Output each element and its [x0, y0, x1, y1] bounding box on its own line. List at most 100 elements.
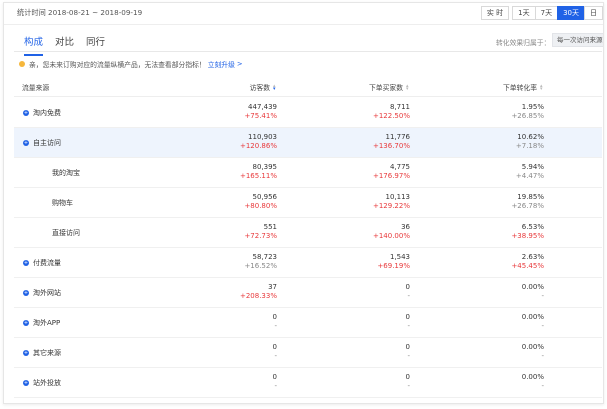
expand-icon[interactable]: + — [23, 140, 29, 146]
conversion-attribution-select[interactable]: 每一次访问来源 — [552, 33, 603, 47]
table-row[interactable]: + 其它来源 0-0-0.00% - — [14, 338, 602, 368]
conversion-change: +7.18% — [515, 142, 544, 150]
table-header: 流量来源 访客数 ▴ ▾ 下单买家数 ▴ ▾ 下单转化率 ▴ ▾ — [14, 76, 602, 97]
visitors-cell: 551 +72.73% — [244, 218, 277, 241]
expand-icon[interactable]: + — [23, 290, 29, 296]
column-conversion[interactable]: 下单转化率 ▴ ▾ — [503, 82, 544, 93]
tab-underline — [14, 51, 602, 52]
buyers-change: +140.00% — [372, 232, 410, 240]
conversion-value: 0.00% — [521, 283, 544, 291]
expand-icon[interactable]: + — [23, 260, 29, 266]
conversion-attribution-label: 转化效果归属于： — [496, 39, 551, 47]
buyers-change: +129.22% — [372, 202, 410, 210]
buyers-value: 4,775 — [389, 163, 410, 171]
visitors-value: 110,903 — [248, 133, 277, 141]
buyers-change: - — [407, 352, 410, 360]
buyers-cell: 0- — [406, 368, 410, 391]
conversion-value: 19.85% — [517, 193, 544, 201]
source-name-label: 直接访问 — [52, 229, 80, 237]
table-row[interactable]: 直接访问 551 +72.73% 36 +140.00% 6.53% +38.95% — [14, 218, 602, 248]
range-button-1d[interactable]: 1天 — [512, 6, 536, 20]
tab-bar: 构成 对比 同行 — [24, 34, 117, 56]
buyers-change: +176.97% — [372, 172, 410, 180]
buyers-cell: 4,775 +176.97% — [373, 158, 410, 181]
source-name-label: 我的淘宝 — [52, 169, 80, 177]
table-row[interactable]: + 淘外网站 37 +208.33% 0-0.00% - — [14, 278, 602, 308]
source-name-label: 其它来源 — [33, 349, 61, 357]
visitors-change: +165.11% — [239, 172, 277, 180]
source-name: + 淘外APP — [23, 318, 60, 328]
buyers-value: 8,711 — [389, 103, 410, 111]
buyers-value: 1,543 — [389, 253, 410, 261]
tab-compare[interactable]: 对比 — [55, 34, 74, 56]
source-name-label: 淘外网站 — [33, 289, 61, 297]
conversion-cell: 0.00% - — [522, 368, 544, 391]
sort-icon[interactable]: ▴ ▾ — [273, 84, 277, 92]
visitors-value: 0 — [272, 343, 277, 351]
visitors-cell: 80,395 +165.11% — [240, 158, 277, 181]
table-row[interactable]: + 淘外APP 0-0-0.00% - — [14, 308, 602, 338]
sort-icon[interactable]: ▴ ▾ — [540, 84, 544, 92]
upgrade-notice: 亲，您未来订购对应的流量纵横产品，无法查看部分指标！ 立刻升级 > — [19, 59, 243, 69]
flow-source-panel: 统计时间 2018-08-21 ~ 2018-09-19 实 时 1天 7天 3… — [3, 2, 604, 404]
expand-icon[interactable]: + — [23, 350, 29, 356]
visitors-cell: 0- — [273, 338, 277, 361]
warning-icon — [19, 61, 25, 67]
column-buyers[interactable]: 下单买家数 ▴ ▾ — [369, 82, 410, 93]
conversion-value: 0.00% — [521, 313, 544, 321]
column-visitors[interactable]: 访客数 ▴ ▾ — [250, 82, 277, 93]
visitors-cell: 50,956 +80.80% — [244, 188, 277, 211]
visitors-cell: 58,723 +16.52% — [244, 248, 277, 271]
visitors-cell: 0- — [273, 368, 277, 391]
chevron-right-icon: > — [236, 60, 243, 68]
visitors-change: +208.33% — [239, 292, 277, 300]
visitors-change: +75.41% — [244, 112, 277, 120]
table-row[interactable]: 我的淘宝 80,395 +165.11% 4,775 +176.97% 5.94% +4.4… — [14, 158, 602, 188]
top-bar: 统计时间 2018-08-21 ~ 2018-09-19 实 时 1天 7天 3… — [4, 3, 603, 23]
buyers-change: - — [407, 382, 410, 390]
visitors-cell: 110,903 +120.86% — [240, 128, 277, 151]
conversion-cell: 1.95% +26.85% — [511, 98, 544, 121]
range-button-day[interactable]: 日 — [584, 6, 603, 20]
conversion-value: 6.53% — [521, 223, 544, 231]
sort-icon[interactable]: ▴ ▾ — [406, 84, 410, 92]
tab-composition[interactable]: 构成 — [24, 34, 44, 56]
column-conversion-label: 下单转化率 — [503, 84, 537, 92]
tab-peers[interactable]: 同行 — [86, 34, 105, 56]
buyers-cell: 0- — [406, 278, 410, 301]
range-button-30d[interactable]: 30天 — [557, 6, 585, 20]
column-source: 流量来源 — [22, 84, 50, 92]
conversion-change: - — [541, 292, 544, 300]
expand-icon[interactable]: + — [23, 380, 29, 386]
buyers-cell: 8,711 +122.50% — [373, 98, 410, 121]
buyers-value: 36 — [401, 223, 410, 231]
table-row[interactable]: + 自主访问 110,903 +120.86% 11,776 +136.70% 10.62%… — [14, 128, 602, 158]
visitors-value: 447,439 — [248, 103, 277, 111]
table-row[interactable]: + 淘内免费 447,439 +75.41% 8,711 +122.50% 1.95% +26… — [14, 98, 602, 128]
conversion-change: - — [541, 322, 544, 330]
table-row[interactable]: + 付费流量 58,723 +16.52% 1,543 +69.19% 2.63% +45.4… — [14, 248, 602, 278]
source-name: + 付费流量 — [23, 258, 61, 268]
buyers-value: 0 — [405, 373, 410, 381]
expand-icon[interactable]: + — [23, 110, 29, 116]
table-row[interactable]: + 站外投放 0-0-0.00% - — [14, 368, 602, 398]
visitors-change: - — [274, 382, 277, 390]
table-row[interactable]: 购物车 50,956 +80.80% 10,113 +129.22% 19.85% +26.… — [14, 188, 602, 218]
source-name: 我的淘宝 — [52, 168, 80, 178]
visitors-cell: 447,439 +75.41% — [244, 98, 277, 121]
source-name-label: 自主访问 — [33, 139, 61, 147]
expand-icon[interactable]: + — [23, 320, 29, 326]
conversion-value: 5.94% — [521, 163, 544, 171]
divider — [4, 24, 603, 25]
source-name-label: 站外投放 — [33, 379, 61, 387]
conversion-cell: 0.00% - — [522, 278, 544, 301]
conversion-value: 2.63% — [521, 253, 544, 261]
conversion-change: +26.85% — [511, 112, 544, 120]
range-button-realtime[interactable]: 实 时 — [480, 6, 510, 20]
buyers-value: 0 — [405, 313, 410, 321]
conversion-change: +45.45% — [511, 262, 544, 270]
conversion-cell: 0.00% - — [522, 308, 544, 331]
conversion-cell: 10.62% +7.18% — [516, 128, 544, 151]
range-button-7d[interactable]: 7天 — [534, 6, 559, 20]
upgrade-link[interactable]: 立刻升级 — [208, 59, 235, 69]
